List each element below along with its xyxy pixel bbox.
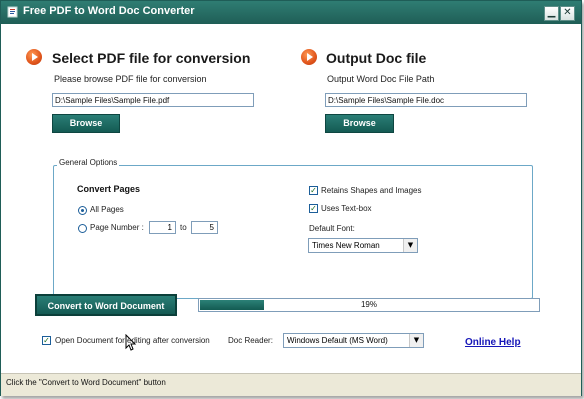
retain-shapes-label[interactable]: Retains Shapes and Images [321, 186, 422, 195]
doc-reader-select[interactable]: Windows Default (MS Word) ▼ [283, 333, 424, 348]
convert-button[interactable]: Convert to Word Document [35, 294, 177, 316]
close-button[interactable]: ✕ [560, 6, 575, 21]
app-window: Free PDF to Word Doc Converter ▁ ✕ Selec… [0, 0, 582, 396]
default-font-select[interactable]: Times New Roman ▼ [308, 238, 418, 253]
all-pages-label[interactable]: All Pages [90, 205, 124, 214]
status-bar: Click the "Convert to Word Document" but… [1, 373, 581, 396]
conversion-progress-bar: 19% [198, 298, 540, 312]
main-panel: Select PDF file for conversion Please br… [1, 24, 581, 373]
online-help-link[interactable]: Online Help [465, 337, 521, 348]
title-bar[interactable]: Free PDF to Word Doc Converter ▁ ✕ [1, 1, 581, 24]
pdf-path-field[interactable]: D:\Sample Files\Sample File.pdf [52, 93, 254, 107]
uses-textbox-checkbox[interactable]: ✓ [309, 204, 318, 213]
minimize-button[interactable]: ▁ [544, 6, 559, 21]
source-caption: Please browse PDF file for conversion [54, 74, 207, 84]
output-heading: Output Doc file [326, 50, 427, 66]
doc-reader-label: Doc Reader: [228, 336, 273, 345]
page-number-label[interactable]: Page Number : [90, 223, 144, 232]
source-heading: Select PDF file for conversion [52, 50, 251, 66]
output-caption: Output Word Doc File Path [327, 74, 435, 84]
all-pages-radio[interactable] [78, 206, 87, 215]
retain-shapes-checkbox[interactable]: ✓ [309, 186, 318, 195]
page-number-radio[interactable] [78, 224, 87, 233]
page-from-input[interactable]: 1 [149, 221, 176, 234]
page-to-input[interactable]: 5 [191, 221, 218, 234]
window-title: Free PDF to Word Doc Converter [23, 5, 195, 17]
browse-pdf-button[interactable]: Browse [52, 114, 120, 133]
browse-doc-button[interactable]: Browse [325, 114, 394, 133]
chevron-down-icon[interactable]: ▼ [403, 239, 417, 252]
convert-pages-label: Convert Pages [77, 184, 141, 194]
open-after-checkbox[interactable]: ✓ [42, 336, 51, 345]
arrow-right-icon [26, 49, 42, 65]
general-options-legend: General Options [57, 158, 120, 167]
default-font-value: Times New Roman [312, 241, 380, 250]
page-to-label: to [180, 223, 187, 232]
doc-reader-value: Windows Default (MS Word) [287, 336, 388, 345]
arrow-right-icon [301, 49, 317, 65]
progress-percent: 19% [360, 300, 377, 309]
app-icon [7, 6, 18, 18]
default-font-label: Default Font: [309, 224, 355, 233]
doc-path-field[interactable]: D:\Sample Files\Sample File.doc [325, 93, 527, 107]
chevron-down-icon[interactable]: ▼ [409, 334, 423, 347]
uses-textbox-label[interactable]: Uses Text-box [321, 204, 372, 213]
open-after-label[interactable]: Open Document for editing after conversi… [55, 336, 210, 345]
status-text: Click the "Convert to Word Document" but… [6, 378, 166, 387]
